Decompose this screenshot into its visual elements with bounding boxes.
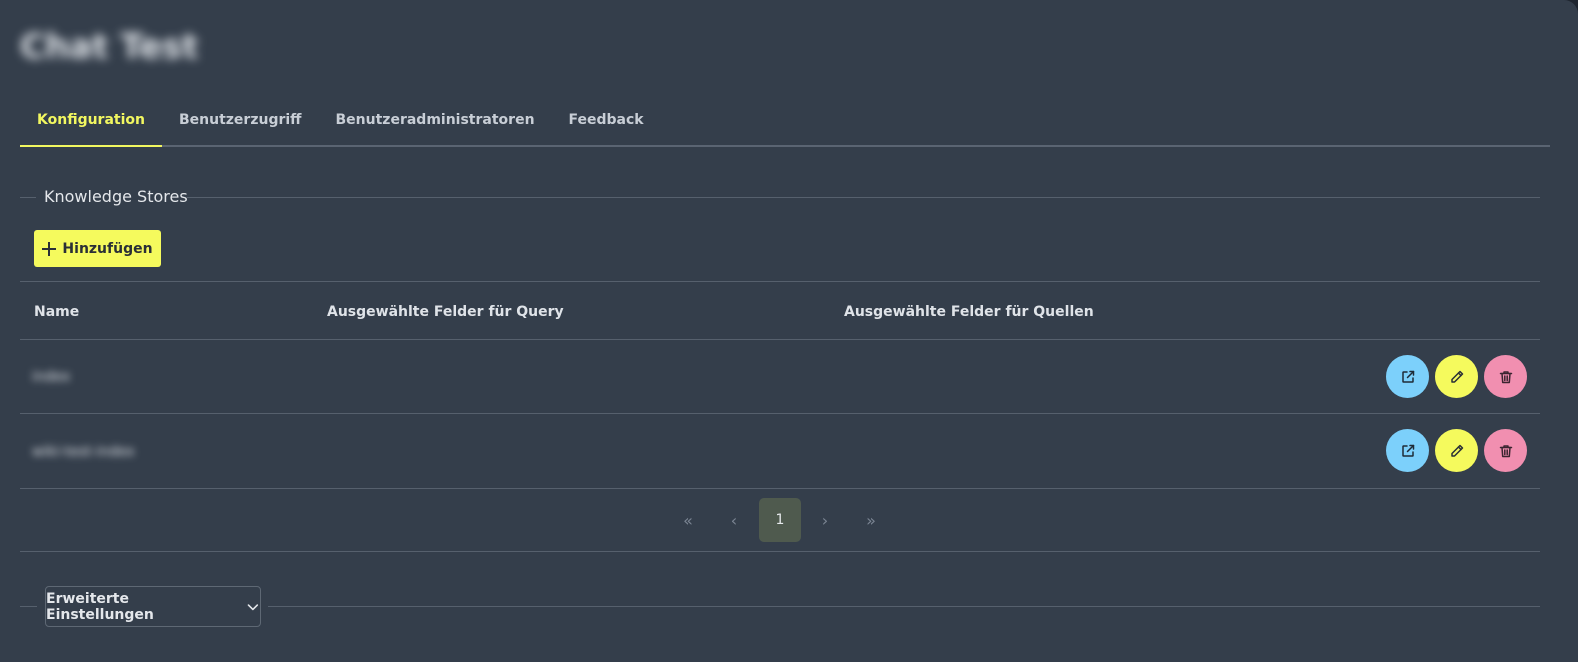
section-divider-left — [20, 197, 36, 198]
edit-button[interactable] — [1435, 429, 1478, 472]
tab-benutzerzugriff[interactable]: Benutzerzugriff — [162, 97, 319, 147]
chevron-down-icon — [247, 603, 259, 610]
pagination-prev-button[interactable]: ‹ — [713, 498, 755, 542]
add-knowledge-store-button[interactable]: Hinzufügen — [34, 230, 161, 267]
trash-icon — [1499, 444, 1512, 457]
row-name-cell: wiki-test-index — [32, 444, 135, 460]
row-divider — [20, 488, 1540, 489]
external-link-icon — [1401, 444, 1414, 457]
add-button-label: Hinzufügen — [62, 240, 153, 257]
row-divider — [20, 413, 1540, 414]
column-header-source-fields: Ausgewählte Felder für Quellen — [844, 304, 1094, 320]
section-title-knowledge-stores: Knowledge Stores — [44, 187, 188, 206]
config-panel: Chat Test Konfiguration Benutzerzugriff … — [0, 0, 1578, 662]
advanced-divider-left — [20, 606, 37, 607]
tab-benutzeradministratoren[interactable]: Benutzeradministratoren — [319, 97, 552, 147]
column-header-query-fields: Ausgewählte Felder für Query — [327, 304, 564, 320]
advanced-divider-right — [268, 606, 1540, 607]
advanced-settings-label: Erweiterte Einstellungen — [46, 590, 154, 623]
row-name-cell: index — [32, 369, 71, 385]
edit-button[interactable] — [1435, 355, 1478, 398]
table-bottom-border — [20, 551, 1540, 552]
tab-feedback[interactable]: Feedback — [552, 97, 661, 147]
pagination-first-button[interactable]: « — [667, 498, 709, 542]
open-button[interactable] — [1386, 355, 1429, 398]
table-top-border — [20, 281, 1540, 282]
pagination-last-button[interactable]: » — [850, 498, 892, 542]
tab-bar: Konfiguration Benutzerzugriff Benutzerad… — [20, 97, 1550, 147]
section-divider-right — [187, 197, 1540, 198]
external-link-icon — [1401, 370, 1414, 383]
trash-icon — [1499, 370, 1512, 383]
table-header-border — [20, 339, 1540, 340]
delete-button[interactable] — [1484, 355, 1527, 398]
plus-icon — [42, 241, 57, 256]
pagination-next-button[interactable]: › — [804, 498, 846, 542]
pencil-icon — [1450, 444, 1463, 457]
page-title: Chat Test — [20, 27, 199, 67]
tab-konfiguration[interactable]: Konfiguration — [20, 97, 162, 147]
advanced-settings-toggle[interactable]: Erweiterte Einstellungen — [45, 586, 261, 627]
delete-button[interactable] — [1484, 429, 1527, 472]
pagination-page-1[interactable]: 1 — [759, 498, 801, 542]
column-header-name: Name — [34, 304, 80, 320]
pencil-icon — [1450, 370, 1463, 383]
open-button[interactable] — [1386, 429, 1429, 472]
